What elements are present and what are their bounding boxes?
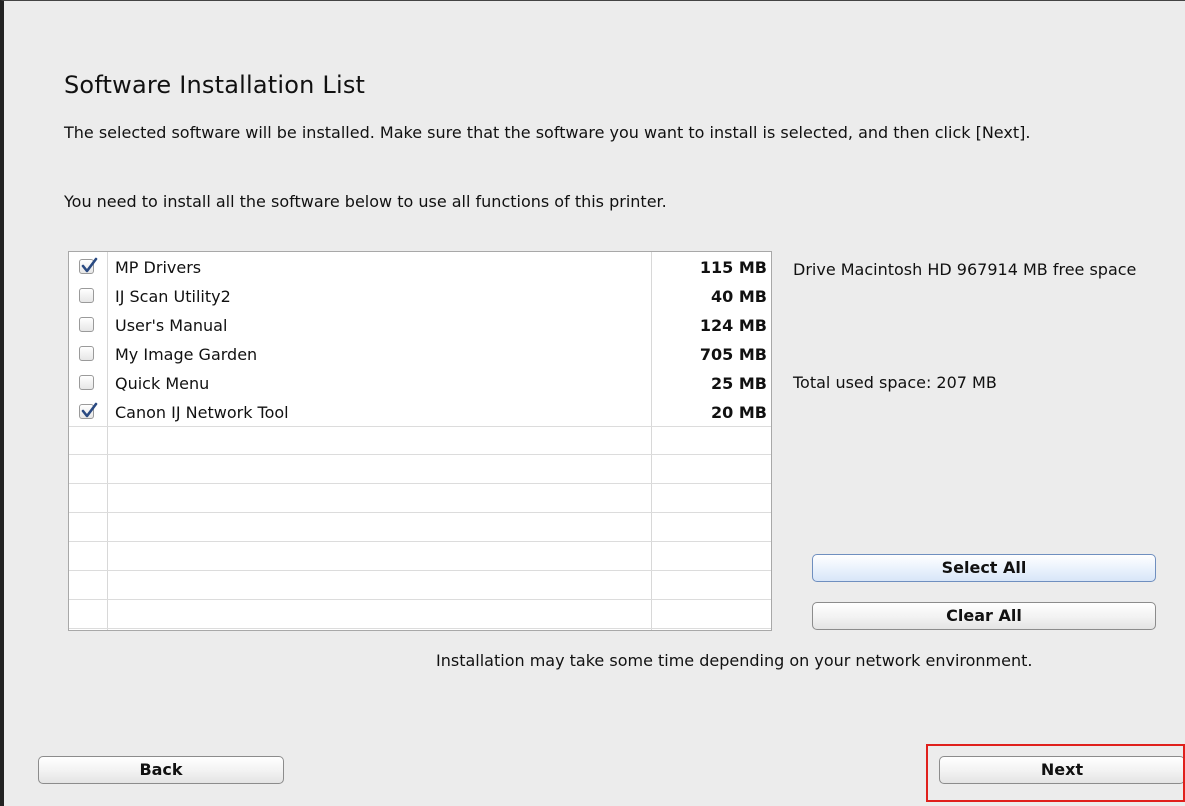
software-checkbox[interactable] — [79, 288, 94, 303]
software-name: MP Drivers — [115, 258, 202, 277]
software-size: 705 MB — [699, 345, 767, 364]
requirement-text: You need to install all the software bel… — [64, 192, 667, 211]
software-checkbox[interactable] — [79, 375, 94, 390]
empty-list-row — [69, 513, 771, 542]
software-name: IJ Scan Utility2 — [115, 287, 231, 306]
software-name: My Image Garden — [115, 345, 258, 364]
empty-list-row — [69, 484, 771, 513]
software-name: Quick Menu — [115, 374, 210, 393]
software-row[interactable]: Canon IJ Network Tool 20 MB — [69, 397, 771, 426]
free-space-label: Drive Macintosh HD 967914 MB free space — [793, 260, 1137, 279]
page-title: Software Installation List — [64, 71, 366, 99]
back-button[interactable]: Back — [38, 756, 284, 784]
software-checkbox[interactable] — [79, 346, 94, 361]
select-all-button[interactable]: Select All — [812, 554, 1156, 582]
empty-list-row — [69, 455, 771, 484]
software-row[interactable]: IJ Scan Utility2 40 MB — [69, 281, 771, 310]
software-row[interactable]: User's Manual 124 MB — [69, 310, 771, 339]
installer-window: Software Installation List The selected … — [0, 0, 1185, 806]
instructions-text: The selected software will be installed.… — [64, 123, 1031, 142]
software-size: 115 MB — [699, 258, 767, 277]
software-row[interactable]: My Image Garden 705 MB — [69, 339, 771, 368]
empty-list-row — [69, 542, 771, 571]
software-checkbox[interactable] — [79, 402, 98, 419]
software-list: MP Drivers 115 MB IJ Scan Utility2 40 MB Use… — [68, 251, 772, 631]
software-row[interactable]: MP Drivers 115 MB — [69, 252, 771, 281]
next-highlight-box — [926, 744, 1185, 802]
software-size: 40 MB — [711, 287, 767, 306]
check-mark-icon — [81, 257, 98, 273]
check-mark-icon — [81, 402, 98, 418]
software-name: User's Manual — [115, 316, 228, 335]
empty-list-row — [69, 571, 771, 600]
software-name: Canon IJ Network Tool — [115, 403, 289, 422]
software-size: 124 MB — [699, 316, 767, 335]
total-used-space-label: Total used space: 207 MB — [793, 373, 997, 392]
empty-list-row — [69, 600, 771, 629]
software-checkbox[interactable] — [79, 257, 98, 274]
network-note: Installation may take some time dependin… — [436, 651, 1033, 670]
software-row[interactable]: Quick Menu 25 MB — [69, 368, 771, 397]
software-checkbox[interactable] — [79, 317, 94, 332]
software-size: 20 MB — [711, 403, 767, 422]
software-size: 25 MB — [711, 374, 767, 393]
empty-list-row — [69, 426, 771, 455]
clear-all-button[interactable]: Clear All — [812, 602, 1156, 630]
